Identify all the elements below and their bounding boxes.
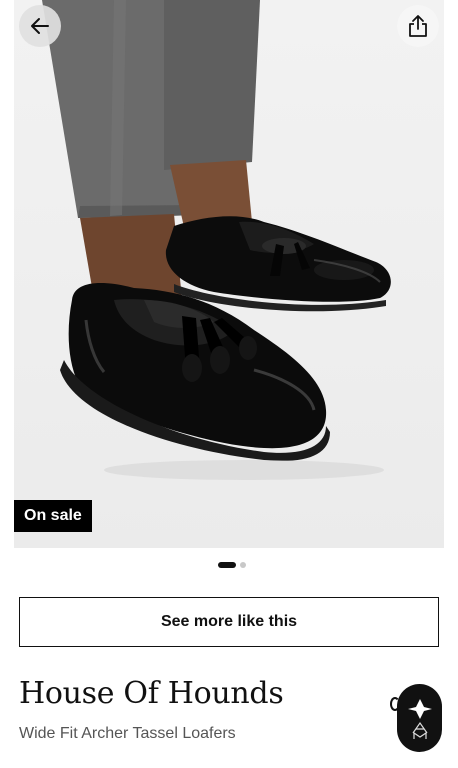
share-button[interactable] xyxy=(397,5,439,47)
see-more-like-this-button[interactable]: See more like this xyxy=(19,597,439,647)
product-name: Wide Fit Archer Tassel Loafers xyxy=(19,725,236,742)
product-brand: House Of Hounds xyxy=(19,676,284,711)
carousel-dot-active[interactable] xyxy=(218,562,236,568)
on-sale-badge: On sale xyxy=(14,500,92,532)
share-icon xyxy=(409,15,427,37)
carousel-indicator[interactable] xyxy=(0,562,458,568)
style-assistant-button[interactable] xyxy=(397,684,442,752)
carousel-dot[interactable] xyxy=(240,562,246,568)
style-assistant-icon xyxy=(407,699,432,739)
product-image[interactable]: On sale xyxy=(14,0,444,548)
arrow-left-icon xyxy=(31,18,49,34)
loafers-illustration xyxy=(42,0,391,480)
back-button[interactable] xyxy=(19,5,61,47)
